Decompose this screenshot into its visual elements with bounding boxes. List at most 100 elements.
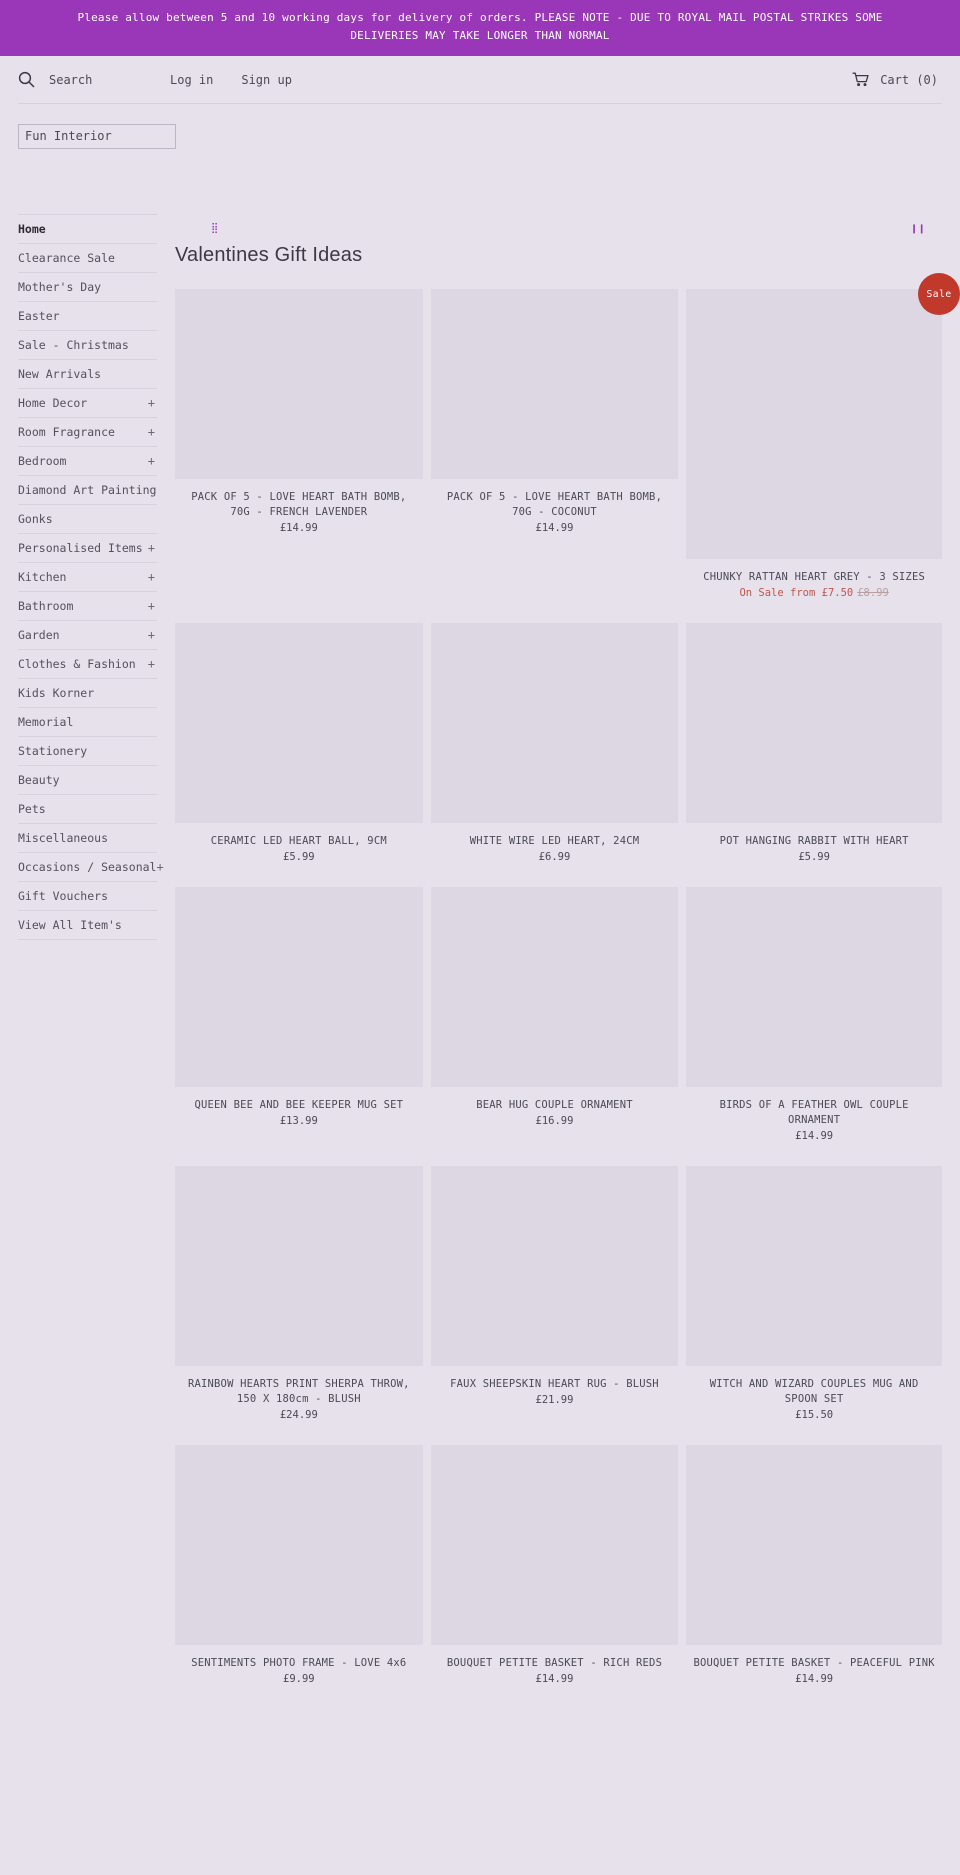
product-image[interactable]	[175, 623, 423, 823]
product-card[interactable]: PACK OF 5 - LOVE HEART BATH BOMB, 70G - …	[175, 289, 431, 601]
product-title[interactable]: QUEEN BEE AND BEE KEEPER MUG SET	[179, 1098, 419, 1113]
sidebar-item-garden[interactable]: Garden +	[18, 621, 157, 650]
product-card[interactable]: Sale CHUNKY RATTAN HEART GREY - 3 SIZES On…	[686, 273, 960, 601]
search-button[interactable]: Search	[18, 71, 170, 88]
sidebar-item-gift-vouchers[interactable]: Gift Vouchers	[18, 882, 157, 911]
sidebar-item-mother-s-day[interactable]: Mother's Day	[18, 273, 157, 302]
search-icon[interactable]	[18, 71, 35, 88]
product-title[interactable]: POT HANGING RABBIT WITH HEART	[690, 834, 938, 849]
sidebar-item-kitchen[interactable]: Kitchen +	[18, 563, 157, 592]
product-card[interactable]: PACK OF 5 - LOVE HEART BATH BOMB, 70G - …	[430, 289, 687, 601]
sidebar-item-sale-christmas[interactable]: Sale - Christmas	[18, 331, 157, 360]
product-card[interactable]: BEAR HUG COUPLE ORNAMENT £16.99	[430, 887, 687, 1144]
sidebar-item-label: Room Fragrance	[18, 424, 115, 439]
slider-dots-icon[interactable]: ⣿	[211, 224, 219, 234]
product-image[interactable]	[430, 289, 679, 479]
page-body: Home Clearance Sale Mother's Day Easter Sale…	[0, 149, 960, 1709]
sidebar-item-miscellaneous[interactable]: Miscellaneous	[18, 824, 157, 853]
sidebar-item-diamond-art-painting[interactable]: Diamond Art Painting	[18, 476, 157, 505]
expand-plus-icon[interactable]: +	[148, 447, 157, 476]
product-image[interactable]	[175, 1166, 423, 1366]
product-image[interactable]	[430, 1445, 679, 1645]
sidebar-item-easter[interactable]: Easter	[18, 302, 157, 331]
sidebar-item-new-arrivals[interactable]: New Arrivals	[18, 360, 157, 389]
sidebar-item-stationery[interactable]: Stationery	[18, 737, 157, 766]
product-image[interactable]	[175, 1445, 423, 1645]
product-card[interactable]: BOUQUET PETITE BASKET - PEACEFUL PINK £14…	[686, 1445, 942, 1687]
product-card[interactable]: FAUX SHEEPSKIN HEART RUG - BLUSH £21.99	[430, 1166, 687, 1423]
sidebar-item-room-fragrance[interactable]: Room Fragrance +	[18, 418, 157, 447]
product-image[interactable]	[430, 1166, 679, 1366]
product-title[interactable]: FAUX SHEEPSKIN HEART RUG - BLUSH	[435, 1377, 675, 1392]
expand-plus-icon[interactable]: +	[148, 621, 157, 650]
cart-icon[interactable]	[852, 72, 869, 87]
product-title[interactable]: BOUQUET PETITE BASKET - RICH REDS	[435, 1656, 675, 1671]
search-label[interactable]: Search	[49, 73, 92, 87]
expand-plus-icon[interactable]: +	[148, 650, 157, 679]
product-card[interactable]: WHITE WIRE LED HEART, 24CM £6.99	[430, 623, 687, 865]
expand-plus-icon[interactable]: +	[148, 534, 157, 563]
product-price: On Sale from £7.50 £8.99	[739, 587, 889, 599]
product-title[interactable]: SENTIMENTS PHOTO FRAME - LOVE 4x6	[179, 1656, 419, 1671]
sidebar-item-personalised-items[interactable]: Personalised Items +	[18, 534, 157, 563]
product-title[interactable]: PACK OF 5 - LOVE HEART BATH BOMB, 70G - …	[435, 490, 675, 520]
product-title[interactable]: BEAR HUG COUPLE ORNAMENT	[435, 1098, 675, 1113]
product-card[interactable]: WITCH AND WIZARD COUPLES MUG AND SPOON S…	[686, 1166, 942, 1423]
sidebar-item-kids-korner[interactable]: Kids Korner	[18, 679, 157, 708]
product-title[interactable]: PACK OF 5 - LOVE HEART BATH BOMB, 70G - …	[179, 490, 419, 520]
sidebar-item-memorial[interactable]: Memorial	[18, 708, 157, 737]
product-image[interactable]	[430, 887, 679, 1087]
product-title[interactable]: WITCH AND WIZARD COUPLES MUG AND SPOON S…	[690, 1377, 938, 1407]
sidebar-item-home-decor[interactable]: Home Decor +	[18, 389, 157, 418]
product-title[interactable]: BOUQUET PETITE BASKET - PEACEFUL PINK	[690, 1656, 938, 1671]
product-info: BEAR HUG COUPLE ORNAMENT £16.99	[431, 1087, 679, 1129]
product-info: BIRDS OF A FEATHER OWL COUPLE ORNAMENT £1…	[686, 1087, 942, 1144]
sidebar-item-bedroom[interactable]: Bedroom +	[18, 447, 157, 476]
product-image[interactable]	[686, 887, 942, 1087]
expand-plus-icon[interactable]: +	[148, 563, 157, 592]
sidebar-item-label: Clearance Sale	[18, 250, 115, 265]
sidebar-item-label: Kids Korner	[18, 685, 95, 700]
sidebar-item-view-all-item-s[interactable]: View All Item's	[18, 911, 157, 940]
product-image[interactable]	[175, 887, 423, 1087]
site-logo[interactable]: Fun Interior	[18, 124, 176, 149]
product-card[interactable]: QUEEN BEE AND BEE KEEPER MUG SET £13.99	[175, 887, 431, 1144]
product-card[interactable]: CERAMIC LED HEART BALL, 9CM £5.99	[175, 623, 431, 865]
signup-link[interactable]: Sign up	[241, 73, 292, 87]
product-card[interactable]: RAINBOW HEARTS PRINT SHERPA THROW, 150 X…	[175, 1166, 431, 1423]
expand-plus-icon[interactable]: +	[148, 389, 157, 418]
expand-plus-icon[interactable]: +	[148, 592, 157, 621]
product-title[interactable]: WHITE WIRE LED HEART, 24CM	[435, 834, 675, 849]
product-card[interactable]: SENTIMENTS PHOTO FRAME - LOVE 4x6 £9.99	[175, 1445, 431, 1687]
product-card[interactable]: BIRDS OF A FEATHER OWL COUPLE ORNAMENT £1…	[686, 887, 942, 1144]
sidebar-item-home[interactable]: Home	[18, 215, 157, 244]
expand-plus-icon[interactable]: +	[156, 853, 165, 882]
product-image[interactable]: Sale	[686, 273, 960, 559]
cart-button[interactable]: Cart (0)	[852, 72, 938, 87]
product-image[interactable]	[686, 1445, 942, 1645]
sidebar-item-occasions-seasonal[interactable]: Occasions / Seasonal +	[18, 853, 164, 882]
cart-label[interactable]: Cart (0)	[880, 73, 938, 87]
expand-plus-icon[interactable]: +	[148, 418, 157, 447]
sidebar-item-clothes-fashion[interactable]: Clothes & Fashion +	[18, 650, 157, 679]
sidebar-item-gonks[interactable]: Gonks	[18, 505, 157, 534]
sidebar-item-bathroom[interactable]: Bathroom +	[18, 592, 157, 621]
product-image[interactable]	[686, 623, 942, 823]
product-title[interactable]: RAINBOW HEARTS PRINT SHERPA THROW, 150 X…	[179, 1377, 419, 1407]
product-image[interactable]	[686, 1166, 942, 1366]
sidebar-item-clearance-sale[interactable]: Clearance Sale	[18, 244, 157, 273]
product-card[interactable]: BOUQUET PETITE BASKET - RICH REDS £14.99	[430, 1445, 687, 1687]
product-image[interactable]	[430, 623, 679, 823]
product-title[interactable]: BIRDS OF A FEATHER OWL COUPLE ORNAMENT	[690, 1098, 938, 1128]
product-card[interactable]: POT HANGING RABBIT WITH HEART £5.99	[686, 623, 942, 865]
product-price: £9.99	[283, 1673, 315, 1685]
login-link[interactable]: Log in	[170, 73, 213, 87]
sidebar-item-pets[interactable]: Pets	[18, 795, 157, 824]
product-title[interactable]: CHUNKY RATTAN HEART GREY - 3 SIZES	[690, 570, 938, 585]
main-content: ⣿ ❙❙ Valentines Gift Ideas PACK OF 5 - L…	[175, 214, 960, 1709]
product-image[interactable]	[175, 289, 423, 479]
pause-icon[interactable]: ❙❙	[911, 223, 926, 234]
sidebar-item-beauty[interactable]: Beauty	[18, 766, 157, 795]
product-price: £14.99	[795, 1673, 834, 1685]
product-title[interactable]: CERAMIC LED HEART BALL, 9CM	[179, 834, 419, 849]
